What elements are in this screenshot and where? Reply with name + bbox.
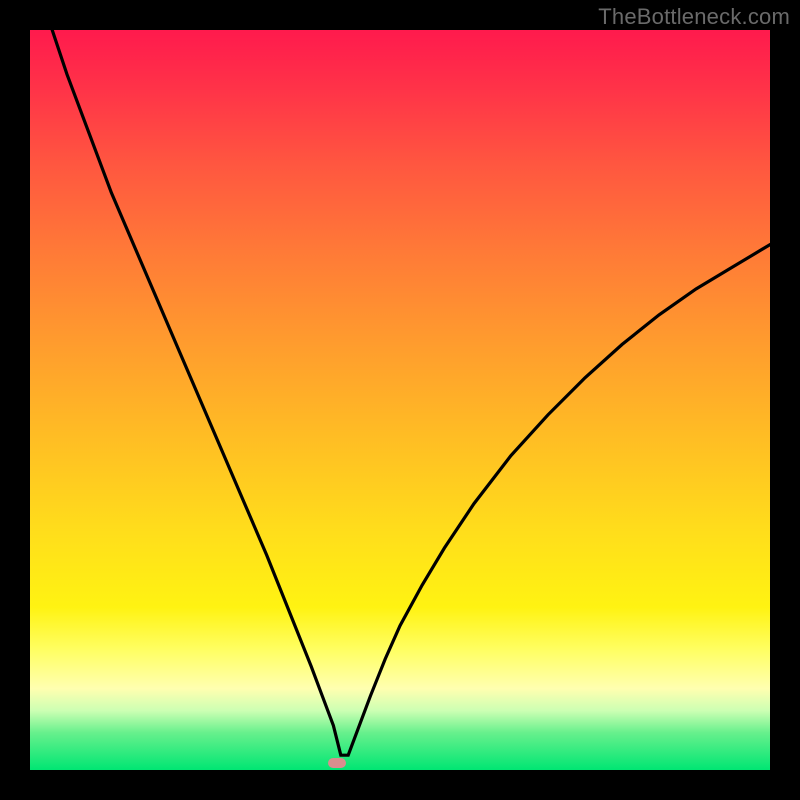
watermark-text: TheBottleneck.com: [598, 4, 790, 30]
plot-area: [30, 30, 770, 770]
optimum-marker: [328, 758, 346, 768]
bottleneck-curve: [30, 30, 770, 770]
chart-frame: TheBottleneck.com: [0, 0, 800, 800]
